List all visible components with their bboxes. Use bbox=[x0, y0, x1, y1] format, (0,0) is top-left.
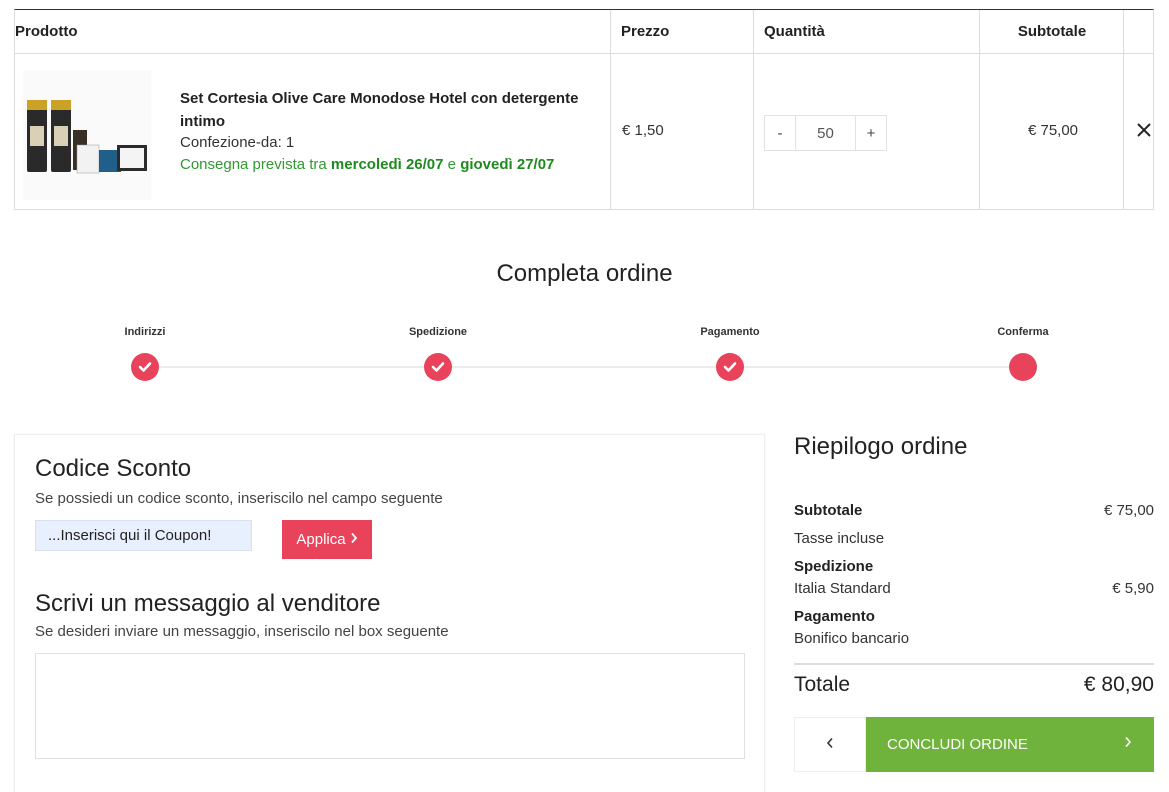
header-product: Prodotto bbox=[15, 23, 78, 40]
quantity-stepper: - 50 + bbox=[764, 115, 887, 151]
quantity-increase-button[interactable]: + bbox=[856, 116, 886, 150]
coupon-title: Codice Sconto bbox=[35, 455, 192, 482]
summary-subtotal-row: Subtotale € 75,00 bbox=[794, 502, 1154, 519]
step-label: Conferma bbox=[997, 326, 1049, 338]
header-subtotal: Subtotale bbox=[1017, 23, 1087, 40]
delivery-to-date: giovedì 27/07 bbox=[460, 156, 555, 173]
summary-tax-row: Tasse incluse bbox=[794, 530, 1154, 547]
back-button[interactable] bbox=[794, 717, 866, 772]
summary-total-label: Totale bbox=[794, 673, 851, 696]
coupon-message-panel: Codice Sconto Se possiedi un codice scon… bbox=[14, 434, 765, 792]
summary-subtotal-label: Subtotale bbox=[794, 502, 863, 519]
column-divider bbox=[753, 10, 754, 209]
summary-tax-note: Tasse incluse bbox=[794, 530, 885, 547]
summary-shipping-label: Spedizione bbox=[794, 558, 874, 575]
summary-total-row: Totale € 80,90 bbox=[794, 673, 1154, 697]
message-description: Se desideri inviare un messaggio, inseri… bbox=[35, 623, 449, 640]
apply-coupon-button[interactable]: Applica bbox=[282, 520, 372, 559]
step-addresses[interactable]: Indirizzi bbox=[85, 326, 205, 381]
message-textarea[interactable] bbox=[35, 653, 745, 759]
delivery-prefix: Consegna prevista tra bbox=[180, 156, 331, 173]
check-icon bbox=[131, 353, 159, 381]
summary-divider bbox=[794, 663, 1154, 665]
close-icon[interactable] bbox=[1135, 120, 1153, 140]
header-price: Prezzo bbox=[621, 23, 670, 40]
coupon-description: Se possiedi un codice sconto, inseriscil… bbox=[35, 490, 443, 507]
product-photo-icon[interactable] bbox=[23, 70, 151, 200]
delivery-from-date: mercoledì 26/07 bbox=[330, 156, 444, 173]
step-confirm[interactable]: Conferma bbox=[963, 326, 1083, 381]
quantity-decrease-button[interactable]: - bbox=[765, 116, 795, 150]
header-quantity: Quantità bbox=[764, 23, 825, 40]
message-title: Scrivi un messaggio al venditore bbox=[35, 590, 381, 617]
steps-progress-line bbox=[145, 366, 1023, 368]
apply-label: Applica bbox=[296, 531, 346, 548]
chevron-right-icon bbox=[1124, 735, 1132, 752]
check-icon bbox=[424, 353, 452, 381]
confirm-order-button[interactable]: CONCLUDI ORDINE bbox=[866, 717, 1154, 772]
summary-payment-method: Bonifico bancario bbox=[794, 630, 910, 647]
summary-shipping-label-row: Spedizione bbox=[794, 558, 1154, 575]
column-divider bbox=[979, 10, 980, 209]
summary-shipping-value: € 5,90 bbox=[1112, 580, 1154, 597]
quantity-input[interactable]: 50 bbox=[795, 116, 856, 150]
summary-total-value: € 80,90 bbox=[1083, 673, 1154, 696]
summary-shipping-method: Italia Standard bbox=[794, 580, 891, 597]
step-label: Spedizione bbox=[408, 326, 468, 338]
product-name[interactable]: Set Cortesia Olive Care Monodose Hotel c… bbox=[180, 87, 590, 133]
product-price: € 1,50 bbox=[622, 122, 664, 139]
cart-table: Prodotto Prezzo Quantità Subtotale Set C… bbox=[14, 9, 1154, 210]
column-divider bbox=[610, 10, 611, 209]
check-icon bbox=[716, 353, 744, 381]
product-subtotal: € 75,00 bbox=[1027, 122, 1079, 139]
summary-payment-label-row: Pagamento bbox=[794, 608, 1154, 625]
delivery-estimate: Consegna prevista tra mercoledì 26/07 e … bbox=[180, 156, 554, 173]
chevron-right-icon bbox=[350, 531, 358, 548]
coupon-input[interactable] bbox=[35, 520, 252, 551]
chevron-left-icon bbox=[826, 736, 834, 754]
summary-payment-label: Pagamento bbox=[794, 608, 875, 625]
summary-title: Riepilogo ordine bbox=[794, 433, 968, 460]
step-label: Indirizzi bbox=[124, 326, 166, 338]
step-label: Pagamento bbox=[700, 326, 760, 338]
checkout-title: Completa ordine bbox=[496, 260, 673, 287]
current-step-dot bbox=[1009, 353, 1037, 381]
step-shipping[interactable]: Spedizione bbox=[378, 326, 498, 381]
column-divider bbox=[1123, 10, 1124, 209]
summary-shipping-row: Italia Standard € 5,90 bbox=[794, 580, 1154, 597]
confirm-order-label: CONCLUDI ORDINE bbox=[887, 736, 1028, 753]
step-payment[interactable]: Pagamento bbox=[670, 326, 790, 381]
product-package: Confezione-da: 1 bbox=[180, 134, 295, 151]
summary-subtotal-value: € 75,00 bbox=[1103, 502, 1154, 519]
delivery-conjunction: e bbox=[443, 156, 461, 173]
summary-payment-row: Bonifico bancario bbox=[794, 630, 1154, 647]
